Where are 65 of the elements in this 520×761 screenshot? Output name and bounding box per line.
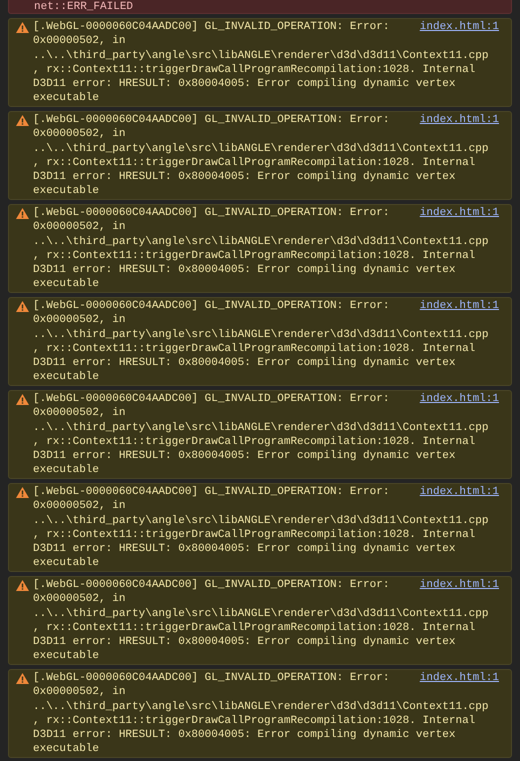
message-text: ..\..\third_party\angle\src\libANGLE\renderer\d3d\d3d11\Context11.cpp bbox=[33, 420, 488, 435]
message-text: D3D11 error: HRESULT: 0x80004005: Error compiling dynamic vertex bbox=[33, 449, 456, 464]
message-text: ..\..\third_party\angle\src\libANGLE\renderer\d3d\d3d11\Context11.cpp bbox=[33, 328, 488, 342]
message-text: [.WebGL-0000060C04AADC00] GL_INVALID_OPERATION: Error: bbox=[33, 113, 390, 128]
message-text: 0x00000502, in bbox=[33, 34, 126, 49]
warning-icon bbox=[16, 208, 29, 219]
message-text: D3D11 error: HRESULT: 0x80004005: Error compiling dynamic vertex bbox=[33, 263, 456, 278]
message-text: ..\..\third_party\angle\src\libANGLE\renderer\d3d\d3d11\Context11.cpp bbox=[33, 48, 488, 63]
message-text: , rx::Context11::triggerDrawCallProgramRecompilation:1028. Internal bbox=[33, 714, 476, 728]
message-text: ..\..\third_party\angle\src\libANGLE\renderer\d3d\d3d11\Context11.cpp bbox=[33, 234, 488, 249]
message-text: , rx::Context11::triggerDrawCallProgramRecompilation:1028. Internal bbox=[33, 528, 476, 542]
message-text: , rx::Context11::triggerDrawCallProgramRecompilation:1028. Internal bbox=[33, 434, 476, 450]
message-text: D3D11 error: HRESULT: 0x80004005: Error compiling dynamic vertex bbox=[33, 356, 456, 370]
message-text: ..\..\third_party\angle\src\libANGLE\renderer\d3d\d3d11\Context11.cpp bbox=[33, 700, 488, 714]
message-text: D3D11 error: HRESULT: 0x80004005: Error compiling dynamic vertex bbox=[33, 728, 456, 742]
source-link[interactable]: index.html:1 bbox=[420, 113, 499, 128]
error-text: net::ERR_FAILED bbox=[34, 1, 134, 13]
message-text: executable bbox=[33, 742, 100, 757]
message-text: [.WebGL-0000060C04AADC00] GL_INVALID_OPERATION: Error: bbox=[33, 485, 390, 500]
message-text: [.WebGL-0000060C04AADC00] GL_INVALID_OPERATION: Error: bbox=[33, 392, 390, 406]
warning-icon bbox=[16, 115, 29, 126]
message-text: [.WebGL-0000060C04AADC00] GL_INVALID_OPERATION: Error: bbox=[33, 20, 390, 34]
message-text: , rx::Context11::triggerDrawCallProgramRecompilation:1028. Internal bbox=[33, 156, 476, 170]
message-text: 0x00000502, in bbox=[33, 127, 126, 142]
message-text: D3D11 error: HRESULT: 0x80004005: Error compiling dynamic vertex bbox=[33, 77, 456, 92]
message-text: 0x00000502, in bbox=[33, 406, 126, 421]
source-link[interactable]: index.html:1 bbox=[420, 392, 499, 406]
message-text: D3D11 error: HRESULT: 0x80004005: Error compiling dynamic vertex bbox=[33, 542, 456, 556]
message-text: executable bbox=[33, 556, 100, 571]
message-text: executable bbox=[33, 91, 100, 106]
message-text: [.WebGL-0000060C04AADC00] GL_INVALID_OPERATION: Error: bbox=[33, 299, 390, 314]
message-text: 0x00000502, in bbox=[33, 499, 126, 514]
message-text: [.WebGL-0000060C04AADC00] GL_INVALID_OPERATION: Error: bbox=[33, 671, 390, 686]
warning-icon bbox=[16, 580, 29, 591]
message-text: D3D11 error: HRESULT: 0x80004005: Error compiling dynamic vertex bbox=[33, 170, 456, 184]
message-text: ..\..\third_party\angle\src\libANGLE\renderer\d3d\d3d11\Context11.cpp bbox=[33, 514, 488, 528]
source-link[interactable]: index.html:1 bbox=[420, 671, 499, 686]
message-text: 0x00000502, in bbox=[33, 592, 126, 607]
source-link[interactable]: index.html:1 bbox=[420, 485, 499, 500]
message-text: 0x00000502, in bbox=[33, 313, 126, 328]
warning-icon bbox=[16, 301, 29, 312]
message-text: , rx::Context11::triggerDrawCallProgramRecompilation:1028. Internal bbox=[33, 342, 476, 356]
message-text: executable bbox=[33, 184, 100, 199]
message-text: 0x00000502, in bbox=[33, 685, 126, 700]
source-link[interactable]: index.html:1 bbox=[420, 206, 499, 220]
message-text: executable bbox=[33, 370, 100, 385]
message-text: ..\..\third_party\angle\src\libANGLE\renderer\d3d\d3d11\Context11.cpp bbox=[33, 142, 488, 156]
message-text: 0x00000502, in bbox=[33, 220, 126, 235]
message-text: ..\..\third_party\angle\src\libANGLE\renderer\d3d\d3d11\Context11.cpp bbox=[33, 606, 488, 621]
warning-icon bbox=[16, 673, 29, 684]
warning-icon bbox=[16, 394, 29, 405]
source-link[interactable]: index.html:1 bbox=[420, 20, 499, 34]
message-text: , rx::Context11::triggerDrawCallProgramRecompilation:1028. Internal bbox=[33, 248, 476, 264]
message-text: [.WebGL-0000060C04AADC00] GL_INVALID_OPERATION: Error: bbox=[33, 206, 390, 220]
message-text: [.WebGL-0000060C04AADC00] GL_INVALID_OPERATION: Error: bbox=[33, 578, 390, 592]
warning-icon bbox=[16, 487, 29, 498]
source-link[interactable]: index.html:1 bbox=[420, 578, 499, 592]
message-text: executable bbox=[33, 277, 100, 292]
message-text: executable bbox=[33, 463, 100, 478]
source-link[interactable]: index.html:1 bbox=[420, 299, 499, 314]
message-text: , rx::Context11::triggerDrawCallProgramRecompilation:1028. Internal bbox=[33, 620, 476, 636]
message-text: executable bbox=[33, 649, 100, 664]
message-text: D3D11 error: HRESULT: 0x80004005: Error compiling dynamic vertex bbox=[33, 635, 456, 650]
warning-icon bbox=[16, 22, 29, 33]
message-text: , rx::Context11::triggerDrawCallProgramRecompilation:1028. Internal bbox=[33, 62, 476, 78]
